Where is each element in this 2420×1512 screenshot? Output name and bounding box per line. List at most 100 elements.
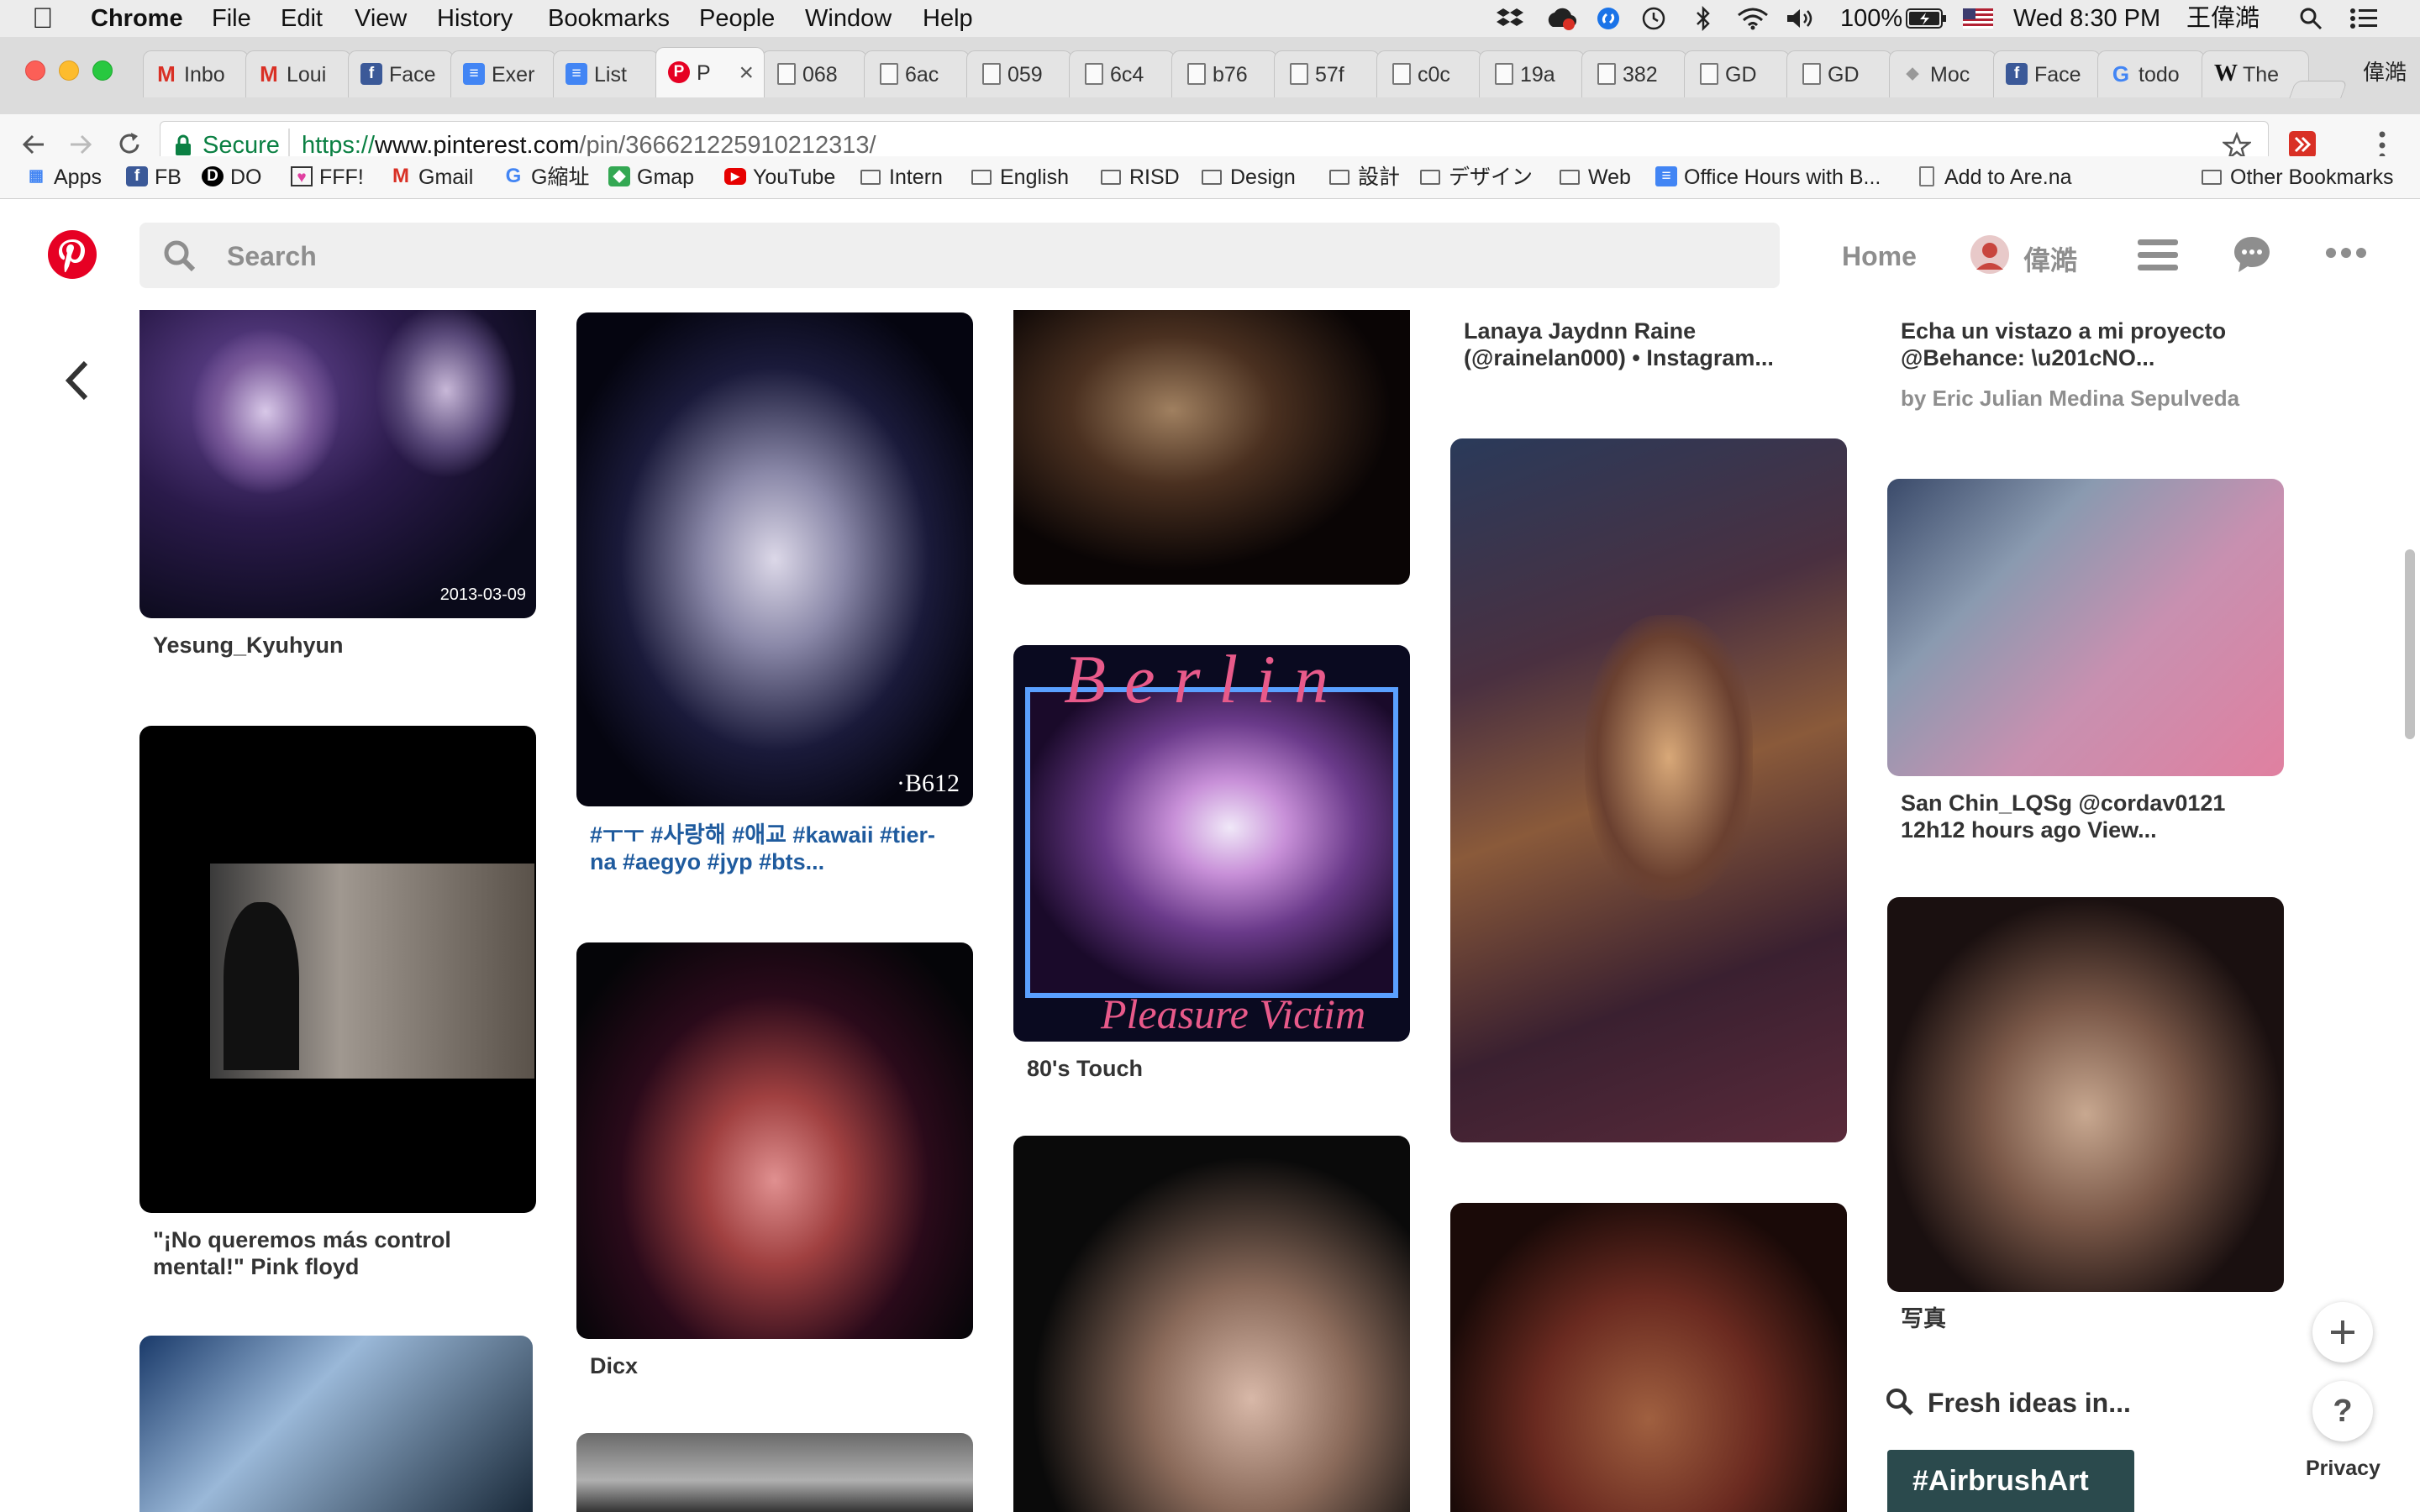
tab-9[interactable]: 059 [966,50,1072,97]
bookmark-fb[interactable]: f FB [126,156,182,198]
apple-icon[interactable]:  [32,0,54,37]
messages-icon[interactable] [2232,234,2272,275]
pin-caption[interactable]: 写真 [1901,1305,1946,1332]
bookmark-gmail[interactable]: M Gmail [390,156,473,198]
tab-10[interactable]: 6c4 [1069,50,1175,97]
bookmark-gmap[interactable]: ◆ Gmap [608,156,694,198]
menu-help[interactable]: Help [923,0,973,37]
profile-username[interactable]: 偉澔 [2023,239,2077,278]
search-bar[interactable]: Search [139,223,1780,288]
new-tab-button[interactable] [2289,81,2348,98]
pin-caption[interactable]: Yesung_Kyuhyun [153,632,344,659]
shazam-icon[interactable] [1597,7,1620,30]
pin-caption[interactable]: "¡No queremos más control mental!" Pink … [153,1226,451,1280]
page-scrollbar[interactable] [2405,549,2415,739]
more-options-icon[interactable] [2326,246,2366,260]
other-bookmarks[interactable]: Other Bookmarks [2202,156,2394,198]
hamburger-menu-icon[interactable] [2138,236,2178,273]
pin-image-yesung-kyuhyun[interactable]: 2013-03-09 [139,294,536,618]
add-pin-button[interactable] [2312,1302,2373,1362]
close-window-button[interactable] [25,60,45,81]
tab-14[interactable]: 19a [1479,50,1585,97]
privacy-link[interactable]: Privacy [2306,1457,2381,1481]
avatar[interactable] [1970,234,2010,275]
bookmark-apps[interactable]: ▦ Apps [25,156,102,198]
bookmark-risd[interactable]: RISD [1101,156,1180,198]
tab-13[interactable]: c0c [1376,50,1482,97]
volume-icon[interactable] [1785,7,1818,30]
menu-file[interactable]: File [212,0,251,37]
wifi-icon[interactable] [1736,7,1770,30]
tab-20[interactable]: Gtodo [2097,50,2205,97]
zoom-window-button[interactable] [92,60,113,81]
pin-caption[interactable]: Echa un vistazo a mi proyecto @Behance: … [1901,318,2226,371]
creative-cloud-icon[interactable] [1546,7,1576,30]
minimize-window-button[interactable] [59,60,79,81]
menu-user-name[interactable]: 王偉澔 [2186,0,2260,37]
bookmark-english[interactable]: English [971,156,1069,198]
pin-image-b612[interactable]: ·B612 [576,312,973,806]
close-tab-icon[interactable]: × [739,48,754,97]
tab-16[interactable]: GD [1684,50,1790,97]
dropbox-icon[interactable] [1496,7,1524,30]
help-button[interactable]: ? [2312,1381,2373,1441]
pin-image-pink-floyd[interactable] [139,726,536,1213]
tab-19[interactable]: f Face [1993,50,2101,97]
pin-caption[interactable]: San Chin_LQSg @cordav0121 12h12 hours ag… [1901,790,2225,843]
bookmark-add-to-are-na[interactable]: Add to Are.na [1916,156,2072,198]
bookmark-web[interactable]: Web [1560,156,1631,198]
bookmark-office-hours-with-b[interactable]: ≡ Office Hours with B... [1655,156,1881,198]
tab-5[interactable]: ≡ List [553,50,659,97]
tab-11[interactable]: b76 [1171,50,1277,97]
bookmark-[interactable]: 設計 [1329,156,1400,198]
tab-17[interactable]: GD [1786,50,1892,97]
tag-airbrush-art-button[interactable]: #AirbrushArt [1887,1450,2134,1512]
pinterest-logo-icon[interactable] [47,229,97,280]
spotlight-icon[interactable] [2299,7,2323,30]
bookmark-[interactable]: デザイン [1420,156,1533,198]
tab-8[interactable]: 6ac [864,50,970,97]
pin-caption[interactable]: Dicx [590,1352,638,1379]
menu-bookmarks[interactable]: Bookmarks [548,0,670,37]
forward-arrow-icon[interactable] [66,129,96,160]
menu-app-name[interactable]: Chrome [91,0,183,37]
battery-percentage[interactable]: 100% [1840,0,1902,37]
tab-3[interactable]: f Face [348,50,454,97]
menu-view[interactable]: View [355,0,407,37]
tab-1[interactable]: M Inbo [143,50,249,97]
bookmark-design[interactable]: Design [1202,156,1296,198]
menu-datetime[interactable]: Wed 8:30 PM [2013,0,2160,37]
tab-7[interactable]: 068 [761,50,867,97]
pin-caption[interactable]: Lanaya Jaydnn Raine (@rainelan000) • Ins… [1464,318,1774,371]
bookmark-do[interactable]: D DO [202,156,262,198]
pin-image-partial[interactable] [1450,1203,1847,1512]
pin-image-profile[interactable] [1013,1136,1410,1512]
us-flag-icon[interactable] [1963,8,1993,29]
tab-18[interactable]: ◆ Moc [1889,50,1996,97]
tab-active-6[interactable]: P P × [655,47,765,97]
bluetooth-icon[interactable] [1694,5,1712,32]
battery-icon[interactable] [1906,8,1948,29]
bookmark-intern[interactable]: Intern [860,156,943,198]
pin-attribution[interactable]: by Eric Julian Medina Sepulveda [1901,385,2239,412]
pin-image-dicx[interactable] [576,942,973,1339]
time-machine-icon[interactable] [1640,6,1667,31]
tab-2[interactable]: M Loui [245,50,351,97]
reload-icon[interactable] [114,129,145,160]
extension-icon[interactable] [2287,129,2317,160]
back-arrow-icon[interactable] [18,129,49,160]
pin-caption[interactable]: #ㅜㅜ #사랑해 #애교 #kawaii #tier- na #aegyo #j… [590,822,935,875]
pin-image-lanaya[interactable] [1450,438,1847,1142]
home-link[interactable]: Home [1842,241,1917,272]
pin-image-smile[interactable] [1013,294,1410,585]
bookmark-fff[interactable]: ♥ FFF! [291,156,364,198]
tab-12[interactable]: 57f [1274,50,1380,97]
menu-people[interactable]: People [699,0,775,37]
tab-4[interactable]: ≡ Exer [450,50,556,97]
profile-name[interactable]: 偉澔 [2363,55,2407,87]
back-chevron-icon[interactable] [60,360,94,402]
menu-edit[interactable]: Edit [281,0,323,37]
pin-image-partial[interactable] [576,1433,973,1512]
pin-image-berlin[interactable]: Berlin Pleasure Victim [1013,645,1410,1042]
pin-image-glasses[interactable] [139,1336,533,1512]
